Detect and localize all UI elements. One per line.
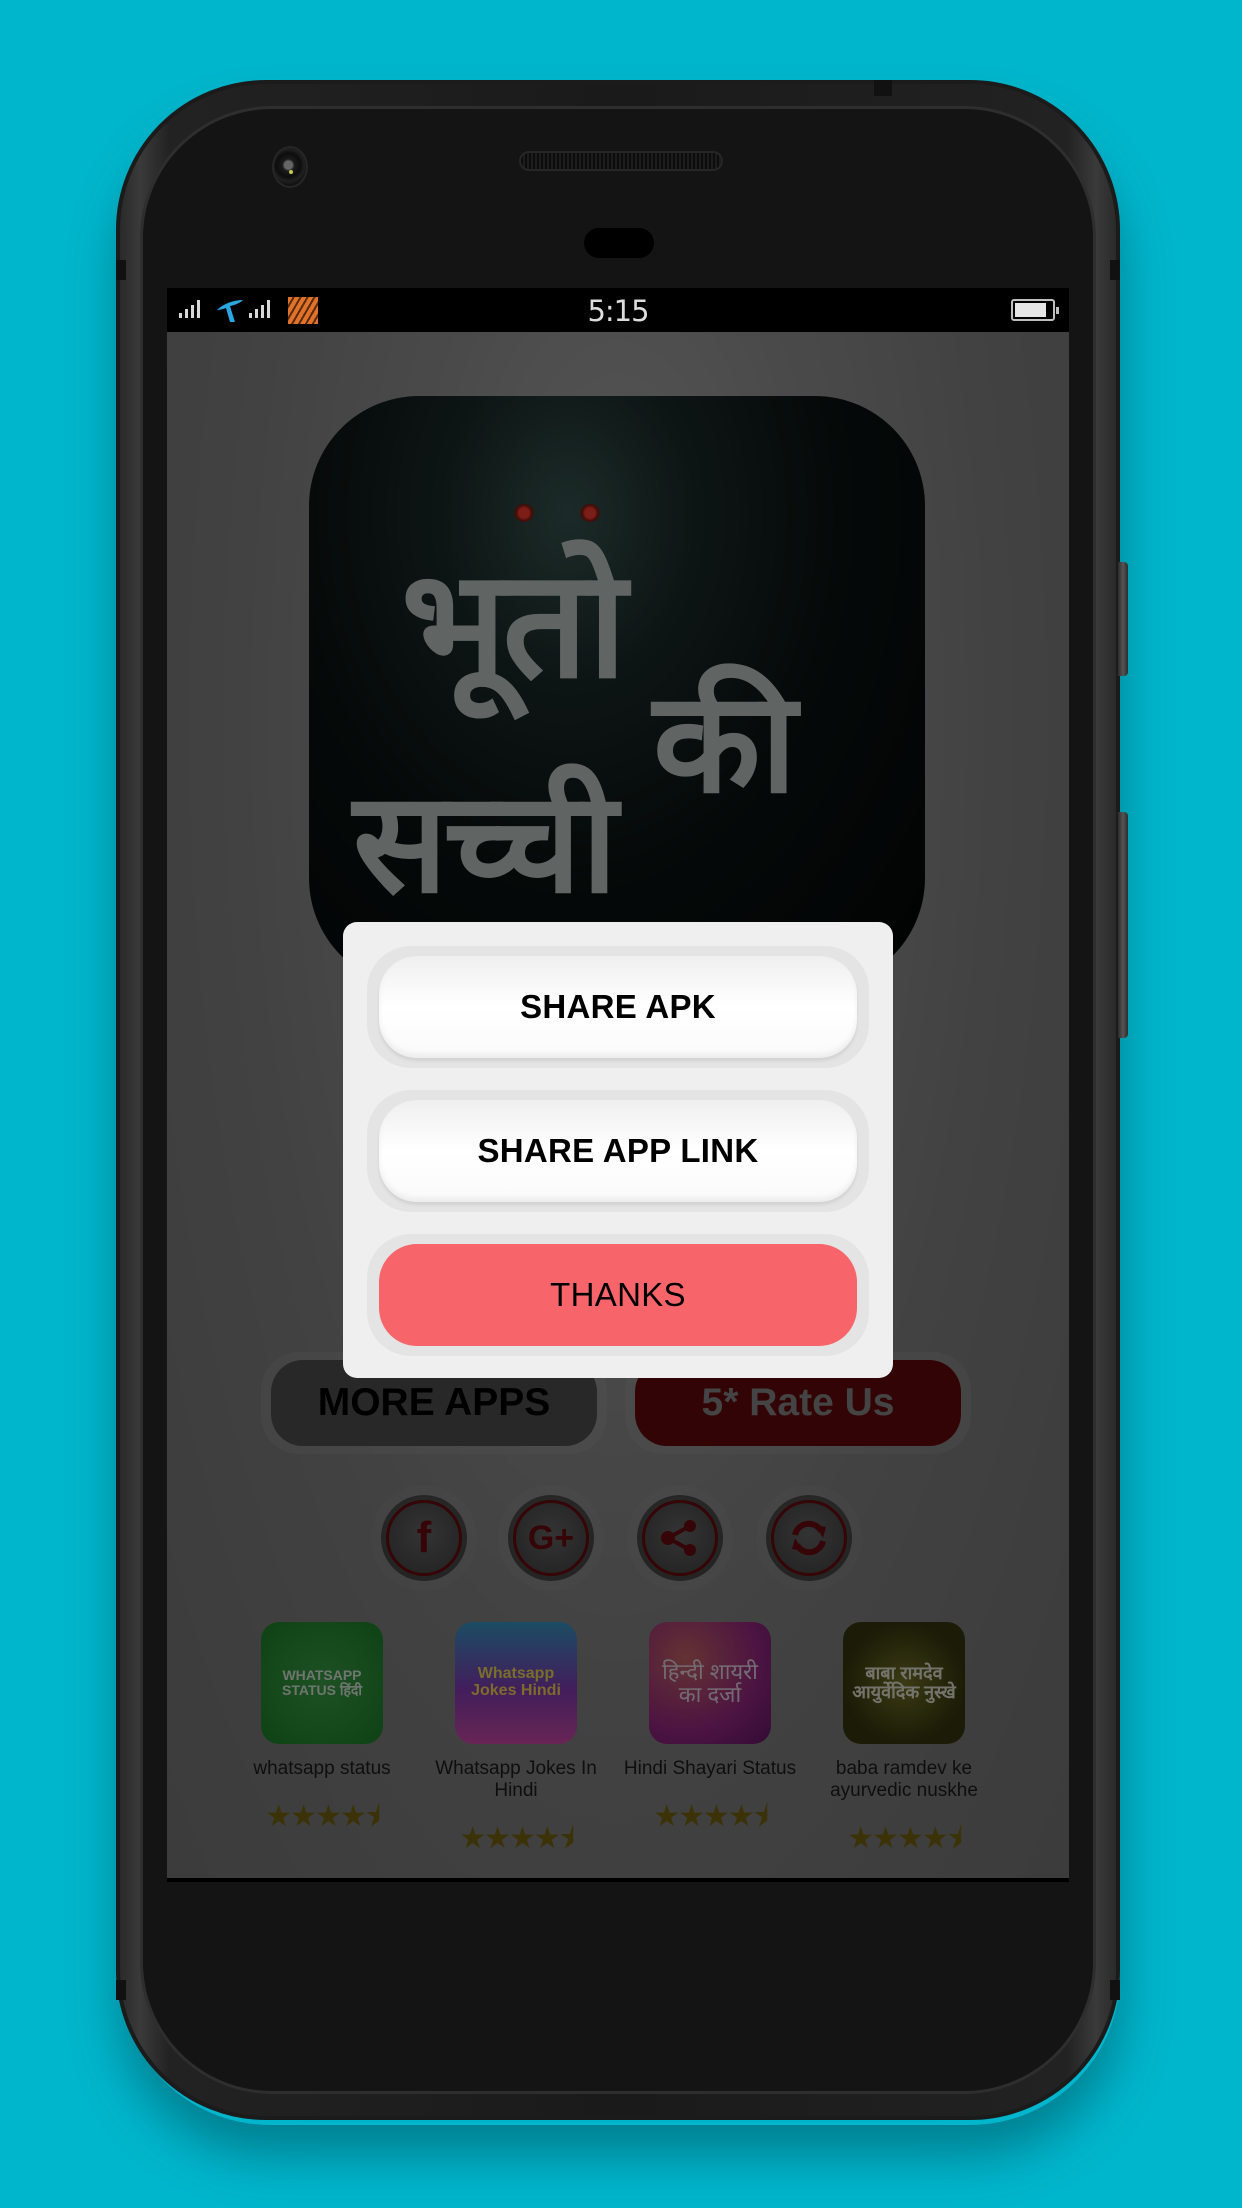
share-dialog: SHARE APK SHARE APP LINK THANKS (343, 922, 893, 1378)
screen: 5:15 भूतो की सच्ची MORE APPS 5* Rate Us … (167, 288, 1069, 1882)
proximity-sensor (584, 228, 654, 258)
phone-top-mark (874, 80, 892, 96)
share-apk-wrap: SHARE APK (367, 946, 869, 1068)
earpiece-speaker (519, 151, 723, 171)
phone-edge-mark (116, 1980, 126, 2000)
phone-edge-mark (1110, 1980, 1120, 2000)
status-bar: 5:15 (167, 288, 1069, 332)
thanks-button[interactable]: THANKS (379, 1244, 857, 1346)
phone-edge-mark (1110, 260, 1120, 280)
status-time: 5:15 (587, 294, 649, 328)
battery-icon (1011, 299, 1059, 321)
front-camera (272, 146, 308, 188)
share-app-link-button[interactable]: SHARE APP LINK (379, 1100, 857, 1202)
share-app-link-wrap: SHARE APP LINK (367, 1090, 869, 1212)
app-screen: भूतो की सच्ची MORE APPS 5* Rate Us f G+ (167, 332, 1069, 1882)
app-bottom-edge (167, 1878, 1069, 1882)
share-apk-button[interactable]: SHARE APK (379, 956, 857, 1058)
volume-button (1118, 812, 1128, 1038)
power-button (1118, 562, 1128, 676)
thanks-wrap: THANKS (367, 1234, 869, 1356)
phone-edge-mark (116, 260, 126, 280)
